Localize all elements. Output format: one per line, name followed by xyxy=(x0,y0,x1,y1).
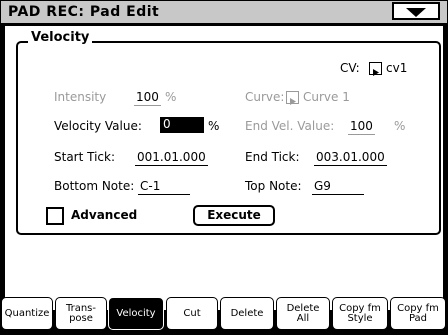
end-vel-label: End Vel. Value: xyxy=(245,119,335,133)
tab-delete-all[interactable]: Delete All xyxy=(276,297,330,330)
pad-edit-screen: PAD REC: Pad Edit Velocity CV: cv1 Inten… xyxy=(0,0,448,335)
curve-selector-button xyxy=(286,91,299,105)
page-menu-button[interactable] xyxy=(392,2,440,20)
cv-selector-button[interactable] xyxy=(369,62,382,76)
start-tick-value: 001.01.000 xyxy=(137,150,206,164)
end-tick-field[interactable]: 003.01.000 xyxy=(314,150,387,166)
intensity-unit: % xyxy=(165,90,177,104)
cv-label: CV: xyxy=(340,61,360,75)
tab-quantize[interactable]: Quantize xyxy=(1,297,53,330)
end-vel-field: 100 xyxy=(348,119,375,135)
tab-delete[interactable]: Delete xyxy=(220,297,274,330)
bottom-note-field[interactable]: C-1 xyxy=(138,179,190,195)
start-tick-field[interactable]: 001.01.000 xyxy=(135,150,208,166)
curve-label: Curve: xyxy=(245,90,285,104)
cv-value: cv1 xyxy=(386,61,408,75)
curve-value: Curve 1 xyxy=(303,90,350,104)
end-tick-label: End Tick: xyxy=(245,150,300,164)
velocity-value: 0 xyxy=(163,117,171,131)
intensity-field: 100 xyxy=(134,90,161,106)
title-bar: PAD REC: Pad Edit xyxy=(1,1,447,23)
tab-velocity[interactable]: Velocity xyxy=(108,297,164,330)
play-arrow-icon xyxy=(373,69,379,76)
end-tick-value: 003.01.000 xyxy=(316,150,385,164)
start-tick-label: Start Tick: xyxy=(54,150,116,164)
bottom-note-label: Bottom Note: xyxy=(54,179,135,193)
top-note-label: Top Note: xyxy=(245,179,302,193)
execute-button[interactable]: Execute xyxy=(193,205,275,226)
page-title: PAD REC: Pad Edit xyxy=(8,4,160,20)
triangle-down-icon xyxy=(406,8,426,17)
velocity-value-field[interactable]: 0 xyxy=(160,117,204,133)
tab-transpose[interactable]: Trans-pose xyxy=(55,297,107,330)
group-title: Velocity xyxy=(28,30,93,45)
tab-cut[interactable]: Cut xyxy=(166,297,218,330)
end-vel-value: 100 xyxy=(350,119,373,133)
play-arrow-icon xyxy=(290,98,296,105)
intensity-label: Intensity xyxy=(54,90,107,104)
top-note-field[interactable]: G9 xyxy=(312,179,364,195)
end-vel-unit: % xyxy=(394,119,406,133)
tab-copy-from-style[interactable]: Copy fm Style xyxy=(332,297,388,330)
velocity-value-label: Velocity Value: xyxy=(54,119,142,133)
top-note-value: G9 xyxy=(314,179,331,193)
bottom-note-value: C-1 xyxy=(140,179,161,193)
tab-copy-from-pad[interactable]: Copy fm Pad xyxy=(390,297,446,330)
velocity-value-unit: % xyxy=(208,119,220,133)
advanced-label: Advanced xyxy=(71,208,138,222)
advanced-checkbox[interactable] xyxy=(46,207,64,225)
intensity-value: 100 xyxy=(136,90,159,104)
tab-bar: Quantize Trans-pose Velocity Cut Delete … xyxy=(0,297,448,335)
